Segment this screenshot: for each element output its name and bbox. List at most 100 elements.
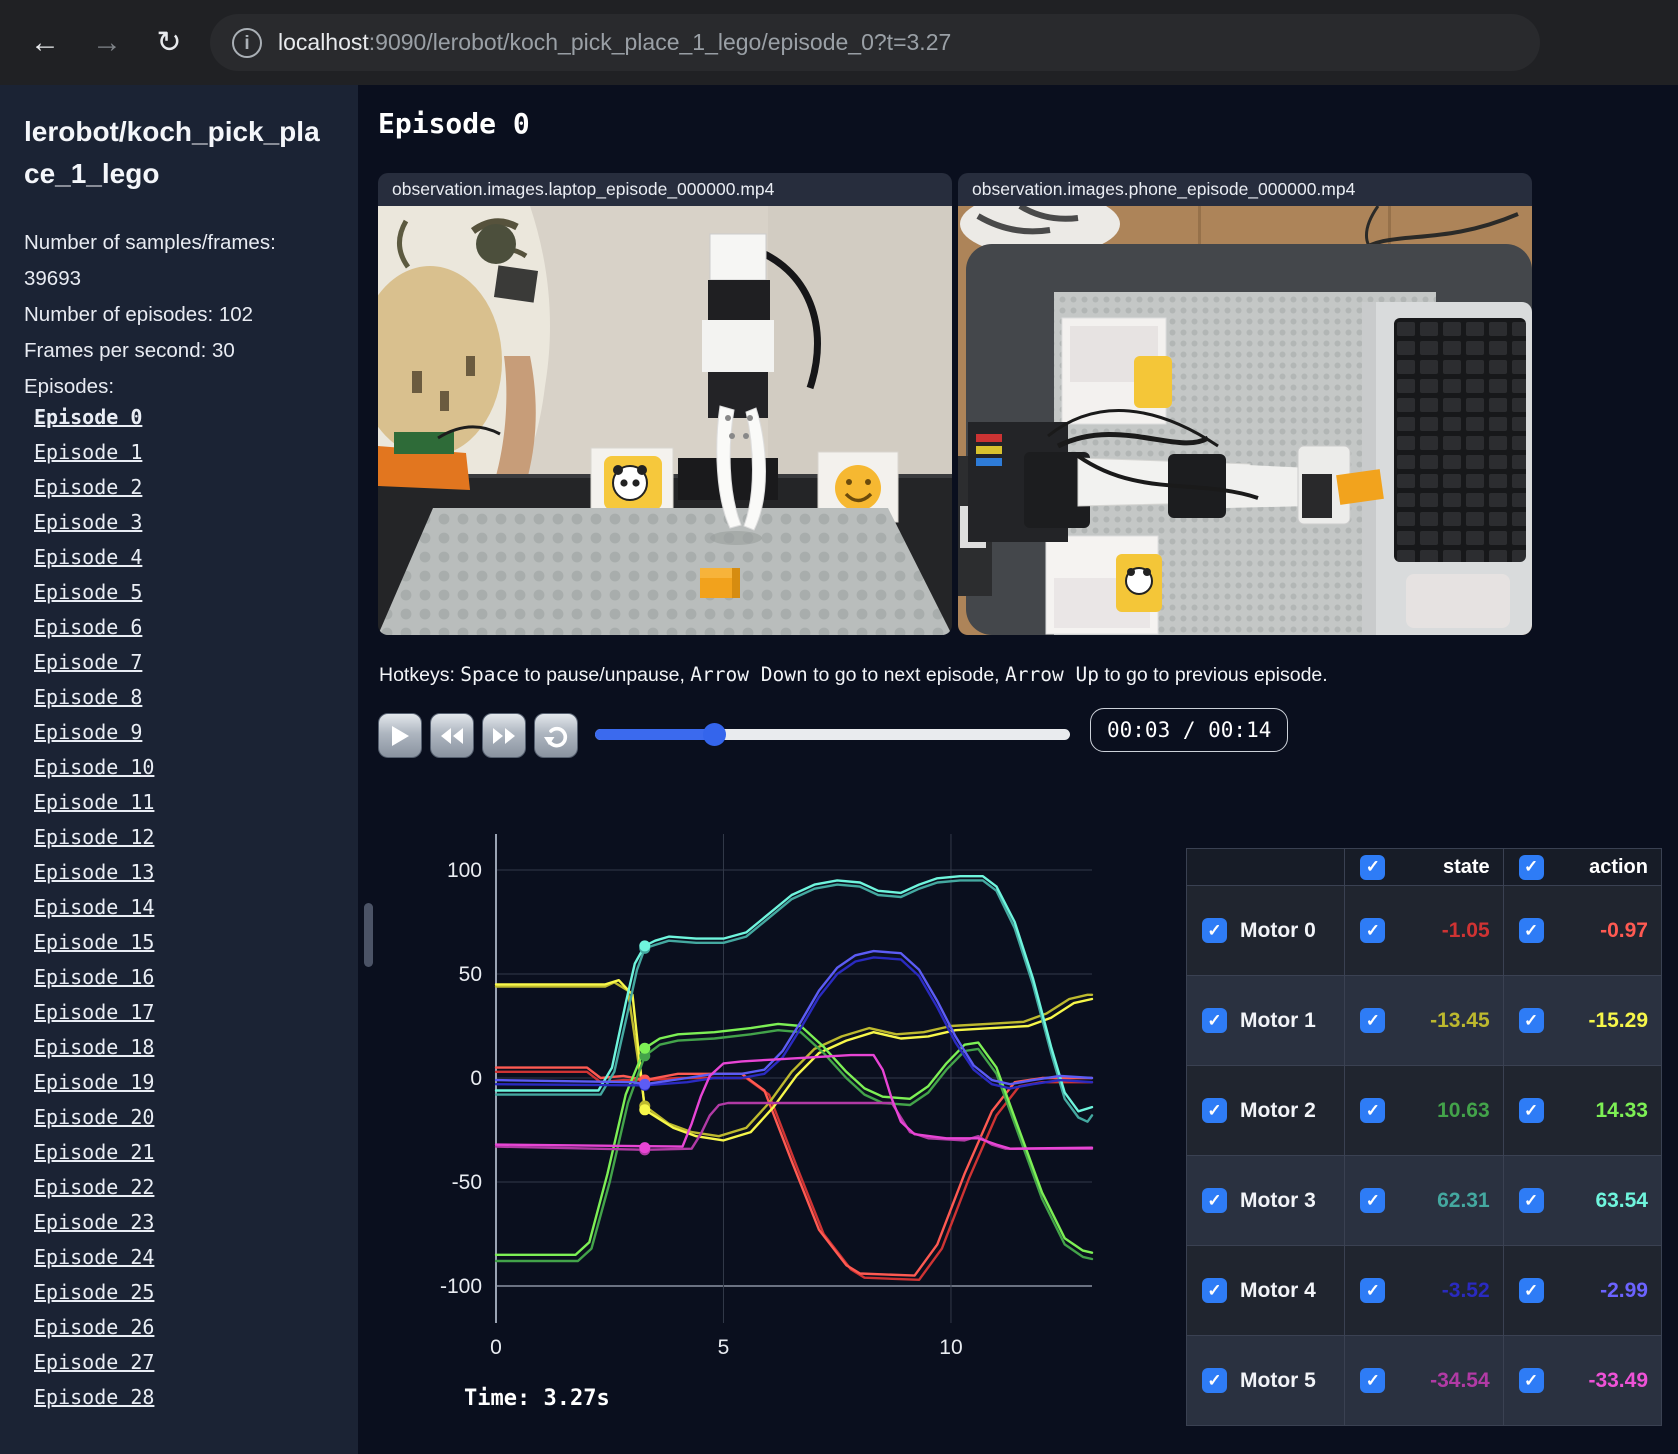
action-checkbox[interactable]: ✓ (1518, 1278, 1544, 1303)
episode-link-episode-14[interactable]: Episode 14 (34, 895, 154, 919)
episode-list-item: Episode 15 (34, 932, 334, 955)
action-checkbox[interactable]: ✓ (1518, 918, 1544, 943)
episode-list-item: Episode 17 (34, 1002, 334, 1025)
episode-link-episode-20[interactable]: Episode 20 (34, 1105, 154, 1129)
motor-checkbox[interactable]: ✓ (1202, 1368, 1227, 1393)
fast-forward-button[interactable] (482, 713, 526, 758)
y-tick-label: 50 (459, 963, 482, 986)
cursor-marker-motor4_action (639, 1078, 651, 1090)
state-checkbox[interactable]: ✓ (1360, 918, 1386, 943)
seek-slider-fill (595, 729, 714, 740)
episode-link-episode-17[interactable]: Episode 17 (34, 1000, 154, 1024)
cursor-marker-motor5_action (639, 1142, 651, 1154)
motor-checkbox[interactable]: ✓ (1202, 1188, 1227, 1213)
episode-link-episode-15[interactable]: Episode 15 (34, 930, 154, 954)
action-checkbox[interactable]: ✓ (1518, 1008, 1544, 1033)
episode-link-episode-0[interactable]: Episode 0 (34, 405, 142, 429)
x-tick-label: 10 (939, 1336, 962, 1359)
episode-list-item: Episode 14 (34, 897, 334, 920)
series-motor4_action (494, 949, 1094, 1086)
episode-list-item: Episode 18 (34, 1037, 334, 1060)
state-checkbox[interactable]: ✓ (1360, 1188, 1386, 1213)
action-column-checkbox[interactable]: ✓ (1518, 854, 1544, 880)
motor-checkbox[interactable]: ✓ (1202, 1278, 1227, 1303)
motor-checkbox[interactable]: ✓ (1202, 1008, 1227, 1033)
seek-slider[interactable] (595, 723, 1070, 746)
scrollbar-thumb[interactable] (364, 903, 373, 967)
episode-link-episode-8[interactable]: Episode 8 (34, 685, 142, 709)
episode-link-episode-5[interactable]: Episode 5 (34, 580, 142, 604)
motor-checkbox[interactable]: ✓ (1202, 918, 1227, 943)
motor-label: Motor 0 (1240, 918, 1316, 942)
episode-list-item: Episode 8 (34, 687, 334, 710)
episode-link-episode-10[interactable]: Episode 10 (34, 755, 154, 779)
state-checkbox[interactable]: ✓ (1360, 1008, 1386, 1033)
episode-link-episode-21[interactable]: Episode 21 (34, 1140, 154, 1164)
episode-list-item: Episode 21 (34, 1142, 334, 1165)
table-header-state: ✓ state (1344, 848, 1504, 886)
episode-link-episode-16[interactable]: Episode 16 (34, 965, 154, 989)
motor-table: ✓ state ✓ action ✓ Motor 0 ✓ -1.05 ✓ -0.97 ✓ Moto… (1185, 848, 1663, 1426)
episode-link-episode-23[interactable]: Episode 23 (34, 1210, 154, 1234)
episode-link-episode-24[interactable]: Episode 24 (34, 1245, 154, 1269)
episode-link-episode-3[interactable]: Episode 3 (34, 510, 142, 534)
forward-icon[interactable]: → (90, 26, 124, 60)
motor-checkbox[interactable]: ✓ (1202, 1098, 1227, 1123)
episode-link-episode-6[interactable]: Episode 6 (34, 615, 142, 639)
episode-list-item: Episode 11 (34, 792, 334, 815)
action-checkbox[interactable]: ✓ (1518, 1368, 1544, 1393)
dataset-info-line: Number of samples/frames: 39693 (24, 231, 276, 290)
back-icon[interactable]: ← (28, 26, 62, 60)
episode-link-episode-18[interactable]: Episode 18 (34, 1035, 154, 1059)
y-tick-label: -50 (452, 1171, 482, 1194)
site-info-icon[interactable]: i (232, 27, 262, 58)
sidebar: lerobot/koch_pick_place_1_lego Number of… (0, 85, 358, 1454)
episode-list-item: Episode 2 (34, 477, 334, 500)
episode-link-episode-26[interactable]: Episode 26 (34, 1315, 154, 1339)
episode-link-episode-4[interactable]: Episode 4 (34, 545, 142, 569)
episode-link-episode-2[interactable]: Episode 2 (34, 475, 142, 499)
table-header-row: ✓ state ✓ action (1185, 848, 1663, 886)
y-tick-label: 0 (470, 1067, 482, 1090)
seek-slider-thumb[interactable] (702, 723, 726, 746)
loop-button[interactable] (534, 713, 578, 758)
episode-link-episode-28[interactable]: Episode 28 (34, 1385, 154, 1409)
episode-link-episode-11[interactable]: Episode 11 (34, 790, 154, 814)
episode-link-episode-13[interactable]: Episode 13 (34, 860, 154, 884)
rewind-icon (441, 727, 463, 744)
play-button[interactable] (378, 713, 422, 758)
episode-link-episode-12[interactable]: Episode 12 (34, 825, 154, 849)
episode-link-episode-19[interactable]: Episode 19 (34, 1070, 154, 1094)
state-column-checkbox[interactable]: ✓ (1360, 854, 1386, 880)
episode-list-item: Episode 1 (34, 442, 334, 465)
episode-link-episode-7[interactable]: Episode 7 (34, 650, 142, 674)
x-tick-label: 0 (490, 1336, 502, 1359)
motor-label: Motor 4 (1240, 1278, 1316, 1302)
state-checkbox[interactable]: ✓ (1360, 1278, 1386, 1303)
episode-link-episode-1[interactable]: Episode 1 (34, 440, 142, 464)
address-bar[interactable]: i localhost:9090/lerobot/koch_pick_place… (210, 14, 1540, 71)
dataset-title: lerobot/koch_pick_place_1_lego (24, 116, 320, 189)
series-motor5_state (494, 1101, 1094, 1151)
action-value: -33.49 (1588, 1368, 1648, 1392)
y-tick-label: 100 (447, 859, 482, 882)
episode-link-episode-27[interactable]: Episode 27 (34, 1350, 154, 1374)
action-checkbox[interactable]: ✓ (1518, 1188, 1544, 1213)
url-text[interactable]: localhost:9090/lerobot/koch_pick_place_1… (278, 29, 951, 56)
state-checkbox[interactable]: ✓ (1360, 1098, 1386, 1123)
episode-link-episode-22[interactable]: Episode 22 (34, 1175, 154, 1199)
video-panel-laptop[interactable]: observation.images.laptop_episode_000000… (378, 173, 952, 635)
episode-list-item: Episode 4 (34, 547, 334, 570)
episode-link-episode-25[interactable]: Episode 25 (34, 1280, 154, 1304)
action-checkbox[interactable]: ✓ (1518, 1098, 1544, 1123)
episode-link-episode-9[interactable]: Episode 9 (34, 720, 142, 744)
state-checkbox[interactable]: ✓ (1360, 1368, 1386, 1393)
episode-list-item: Episode 13 (34, 862, 334, 885)
video-panel-phone[interactable]: observation.images.phone_episode_000000.… (958, 173, 1532, 635)
motor-chart[interactable]: 100 50 0 -50 -100 0 5 10 Time: 3.27s (378, 820, 1100, 1440)
rewind-button[interactable] (430, 713, 474, 758)
reload-icon[interactable]: ↻ (152, 26, 186, 60)
episode-list: Episode 0 Episode 1 Episode 2 Episode 3 Epis… (34, 407, 334, 1410)
episode-list-item: Episode 27 (34, 1352, 334, 1375)
url-host: localhost (278, 29, 369, 55)
